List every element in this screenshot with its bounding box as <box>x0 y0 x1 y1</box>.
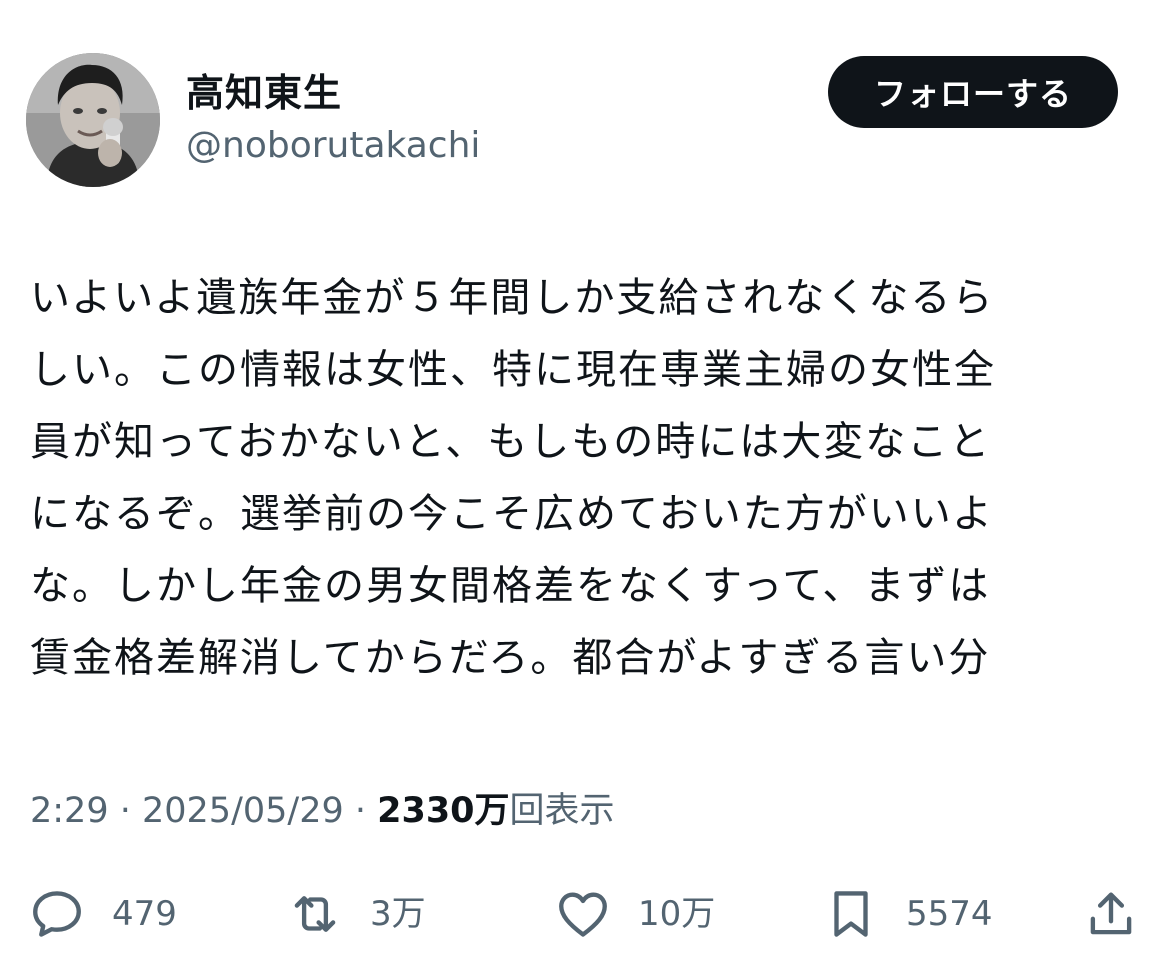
reply-icon <box>33 891 81 937</box>
retweet-button[interactable]: 3万 <box>286 884 426 944</box>
tweet-metadata: 2:29 · 2025/05/29 · 2330万回表示 <box>30 786 615 836</box>
meta-separator: · <box>108 791 142 831</box>
display-name[interactable]: 高知東生 <box>186 70 342 116</box>
views-label: 回表示 <box>509 791 615 831</box>
share-button[interactable] <box>1082 884 1140 944</box>
tweet-text: いよいよ遺族年金が５年間しか支給されなくなるら しい。この情報は女性、特に現在専… <box>30 262 1130 694</box>
tweet-date[interactable]: 2025/05/29 <box>142 791 344 831</box>
tweet-line: になるぞ。選挙前の今こそ広めておいた方がいいよ <box>30 491 994 537</box>
retweet-count: 3万 <box>370 894 426 934</box>
meta-separator: · <box>343 791 378 831</box>
heart-icon <box>559 892 607 937</box>
tweet-line: 員が知っておかないと、もしもの時には大変なこと <box>30 419 992 465</box>
user-handle[interactable]: @noborutakachi <box>186 124 480 168</box>
share-icon <box>1090 892 1132 935</box>
reply-button[interactable]: 479 <box>28 884 177 944</box>
like-count: 10万 <box>638 894 716 934</box>
follow-button[interactable]: フォローする <box>828 56 1118 128</box>
tweet-line: 賃金格差解消してからだろ。都合がよすぎる言い分 <box>30 635 991 681</box>
views-count: 2330万 <box>377 791 510 831</box>
tweet-time[interactable]: 2:29 <box>30 791 109 831</box>
bookmark-button[interactable]: 5574 <box>822 884 993 944</box>
tweet-line: いよいよ遺族年金が５年間しか支給されなくなるら <box>30 275 995 321</box>
bookmark-count: 5574 <box>906 894 993 934</box>
bookmark-icon <box>834 891 868 937</box>
like-button[interactable]: 10万 <box>554 884 715 944</box>
profile-photo <box>26 53 160 187</box>
reply-count: 479 <box>112 894 177 934</box>
retweet-icon <box>294 896 336 932</box>
tweet-line: しい。この情報は女性、特に現在専業主婦の女性全 <box>30 347 996 393</box>
tweet-line: な。しかし年金の男女間格差をなくすって、まずは <box>30 563 991 609</box>
avatar[interactable] <box>26 53 160 187</box>
